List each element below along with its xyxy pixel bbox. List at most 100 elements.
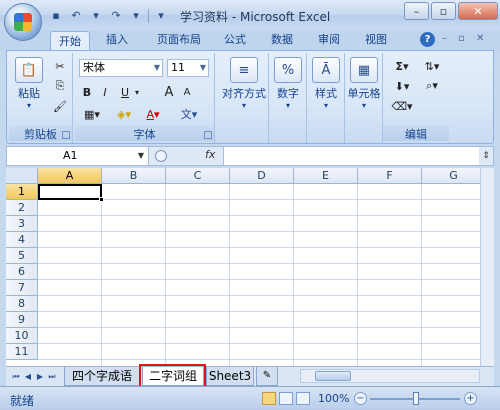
dropdown-icon[interactable]: ▾ <box>88 8 104 24</box>
redo-icon[interactable]: ↷ <box>108 8 124 24</box>
italic-button[interactable]: I <box>97 83 113 101</box>
row-header[interactable]: 3 <box>6 216 38 232</box>
maximize-button[interactable]: ▫ <box>431 2 456 20</box>
zoom-out-icon[interactable]: − <box>354 392 367 405</box>
vertical-scrollbar[interactable] <box>480 168 494 366</box>
chevron-down-icon: ▾ <box>241 101 246 110</box>
font-color-button[interactable]: A ▾ <box>141 105 165 123</box>
fill-handle[interactable] <box>99 197 104 202</box>
number-button[interactable]: % 数字 ▾ <box>272 57 304 110</box>
format-painter-icon[interactable]: 🖌 <box>51 97 69 115</box>
tab-insert[interactable]: 插入 <box>97 30 137 50</box>
font-size-value: 11 <box>171 61 185 74</box>
column-header[interactable]: B <box>102 168 166 184</box>
font-size-combo[interactable]: 11 ▼ <box>167 59 209 77</box>
worksheet-grid[interactable]: ABCDEFG 1 2 3 4 5 6 7 8 9 10 11 <box>6 168 494 366</box>
tab-page-layout[interactable]: 页面布局 <box>148 30 210 50</box>
formula-input[interactable] <box>223 147 479 165</box>
alignment-button[interactable]: ≡ 对齐方式 ▾ <box>221 57 267 110</box>
chevron-down-icon: ▼ <box>153 63 160 72</box>
page-break-view-icon[interactable] <box>296 392 310 405</box>
row-header[interactable]: 6 <box>6 264 38 280</box>
clipboard-launcher-icon[interactable] <box>62 131 70 139</box>
zoom-slider-thumb[interactable] <box>413 392 419 405</box>
insert-sheet-icon[interactable]: ✎ <box>256 367 278 386</box>
select-all-corner[interactable] <box>6 168 38 184</box>
autosum-icon[interactable]: Σ ▾ <box>389 57 415 75</box>
ribbon-close-icon[interactable]: ✕ <box>476 33 484 44</box>
row-header[interactable]: 11 <box>6 344 38 360</box>
help-icon[interactable]: ? <box>420 32 435 47</box>
fill-icon[interactable]: ⬇▾ <box>389 77 415 95</box>
cancel-entry-icon[interactable] <box>155 150 167 162</box>
first-sheet-icon[interactable]: ⏮ <box>10 370 22 383</box>
column-header[interactable]: E <box>294 168 358 184</box>
prev-sheet-icon[interactable]: ◀ <box>22 370 34 383</box>
column-header[interactable]: A <box>38 168 102 184</box>
save-icon[interactable]: ▪ <box>48 8 64 24</box>
underline-button[interactable]: U <box>117 83 133 101</box>
bold-button[interactable]: B <box>79 83 95 101</box>
row-header[interactable]: 8 <box>6 296 38 312</box>
row-header[interactable]: 10 <box>6 328 38 344</box>
ribbon: 📋 粘贴 ▾ ✂ ⎘ 🖌 剪贴板 宋体 ▼ 11 ▼ B I U ▾ A A ▦▾ … <box>6 50 494 144</box>
grid-vline <box>229 184 230 366</box>
horizontal-scrollbar[interactable] <box>300 369 480 383</box>
tab-review[interactable]: 审阅 <box>309 30 349 50</box>
copy-icon[interactable]: ⎘ <box>51 77 69 95</box>
chevron-down-icon[interactable]: ▾ <box>133 83 141 101</box>
dropdown-icon[interactable]: ▾ <box>128 8 144 24</box>
active-cell[interactable] <box>38 184 102 200</box>
row-header[interactable]: 2 <box>6 200 38 216</box>
ribbon-minimize-icon[interactable]: – <box>442 33 447 44</box>
office-button[interactable] <box>4 3 42 41</box>
find-select-icon[interactable]: ⌕▾ <box>419 77 445 95</box>
tab-formulas[interactable]: 公式 <box>215 30 255 50</box>
undo-icon[interactable]: ↶ <box>68 8 84 24</box>
column-header[interactable]: D <box>230 168 294 184</box>
sort-filter-icon[interactable]: ⇅▾ <box>419 57 445 75</box>
last-sheet-icon[interactable]: ⏭ <box>46 370 58 383</box>
name-box[interactable]: A1 ▼ <box>7 147 149 165</box>
grow-font-button[interactable]: A <box>161 83 177 101</box>
customize-qat-icon[interactable]: ▾ <box>153 8 169 24</box>
column-header[interactable]: C <box>166 168 230 184</box>
grid-vline <box>293 184 294 366</box>
font-name-combo[interactable]: 宋体 ▼ <box>79 59 163 77</box>
paste-button[interactable]: 📋 粘贴 ▾ <box>13 57 45 110</box>
row-header[interactable]: 9 <box>6 312 38 328</box>
scroll-thumb[interactable] <box>315 371 351 381</box>
zoom-level[interactable]: 100% <box>318 392 349 405</box>
normal-view-icon[interactable] <box>262 392 276 405</box>
cells-button[interactable]: ▦ 单元格 ▾ <box>346 57 382 110</box>
phonetic-button[interactable]: 文 ▾ <box>177 105 201 123</box>
styles-button[interactable]: Ā 样式 ▾ <box>310 57 342 110</box>
column-header[interactable]: F <box>358 168 422 184</box>
fill-color-icon[interactable]: ◈▾ <box>111 105 137 123</box>
close-button[interactable]: ✕ <box>458 2 498 20</box>
insert-function-button[interactable]: fx <box>205 148 215 161</box>
row-header[interactable]: 4 <box>6 232 38 248</box>
tab-view[interactable]: 视图 <box>356 30 396 50</box>
sheet-tab[interactable]: Sheet3 <box>206 367 254 386</box>
percent-icon: % <box>274 57 302 83</box>
sheet-tab[interactable]: 四个字成语 <box>64 367 140 386</box>
window-controls: – ▫ ✕ <box>402 2 498 22</box>
row-header[interactable]: 7 <box>6 280 38 296</box>
font-launcher-icon[interactable] <box>204 131 212 139</box>
zoom-in-icon[interactable]: + <box>464 392 477 405</box>
page-layout-view-icon[interactable] <box>279 392 293 405</box>
minimize-button[interactable]: – <box>404 2 429 20</box>
clear-icon[interactable]: ⌫▾ <box>389 97 415 115</box>
borders-icon[interactable]: ▦▾ <box>79 105 105 123</box>
tab-data[interactable]: 数据 <box>262 30 302 50</box>
tab-home[interactable]: 开始 <box>50 31 90 51</box>
column-header[interactable]: G <box>422 168 486 184</box>
ribbon-restore-icon[interactable]: ▫ <box>458 33 465 44</box>
row-header[interactable]: 1 <box>6 184 38 200</box>
row-header[interactable]: 5 <box>6 248 38 264</box>
shrink-font-button[interactable]: A <box>179 83 195 101</box>
next-sheet-icon[interactable]: ▶ <box>34 370 46 383</box>
expand-formula-bar-icon[interactable]: ⇕ <box>479 147 493 165</box>
cut-icon[interactable]: ✂ <box>51 57 69 75</box>
